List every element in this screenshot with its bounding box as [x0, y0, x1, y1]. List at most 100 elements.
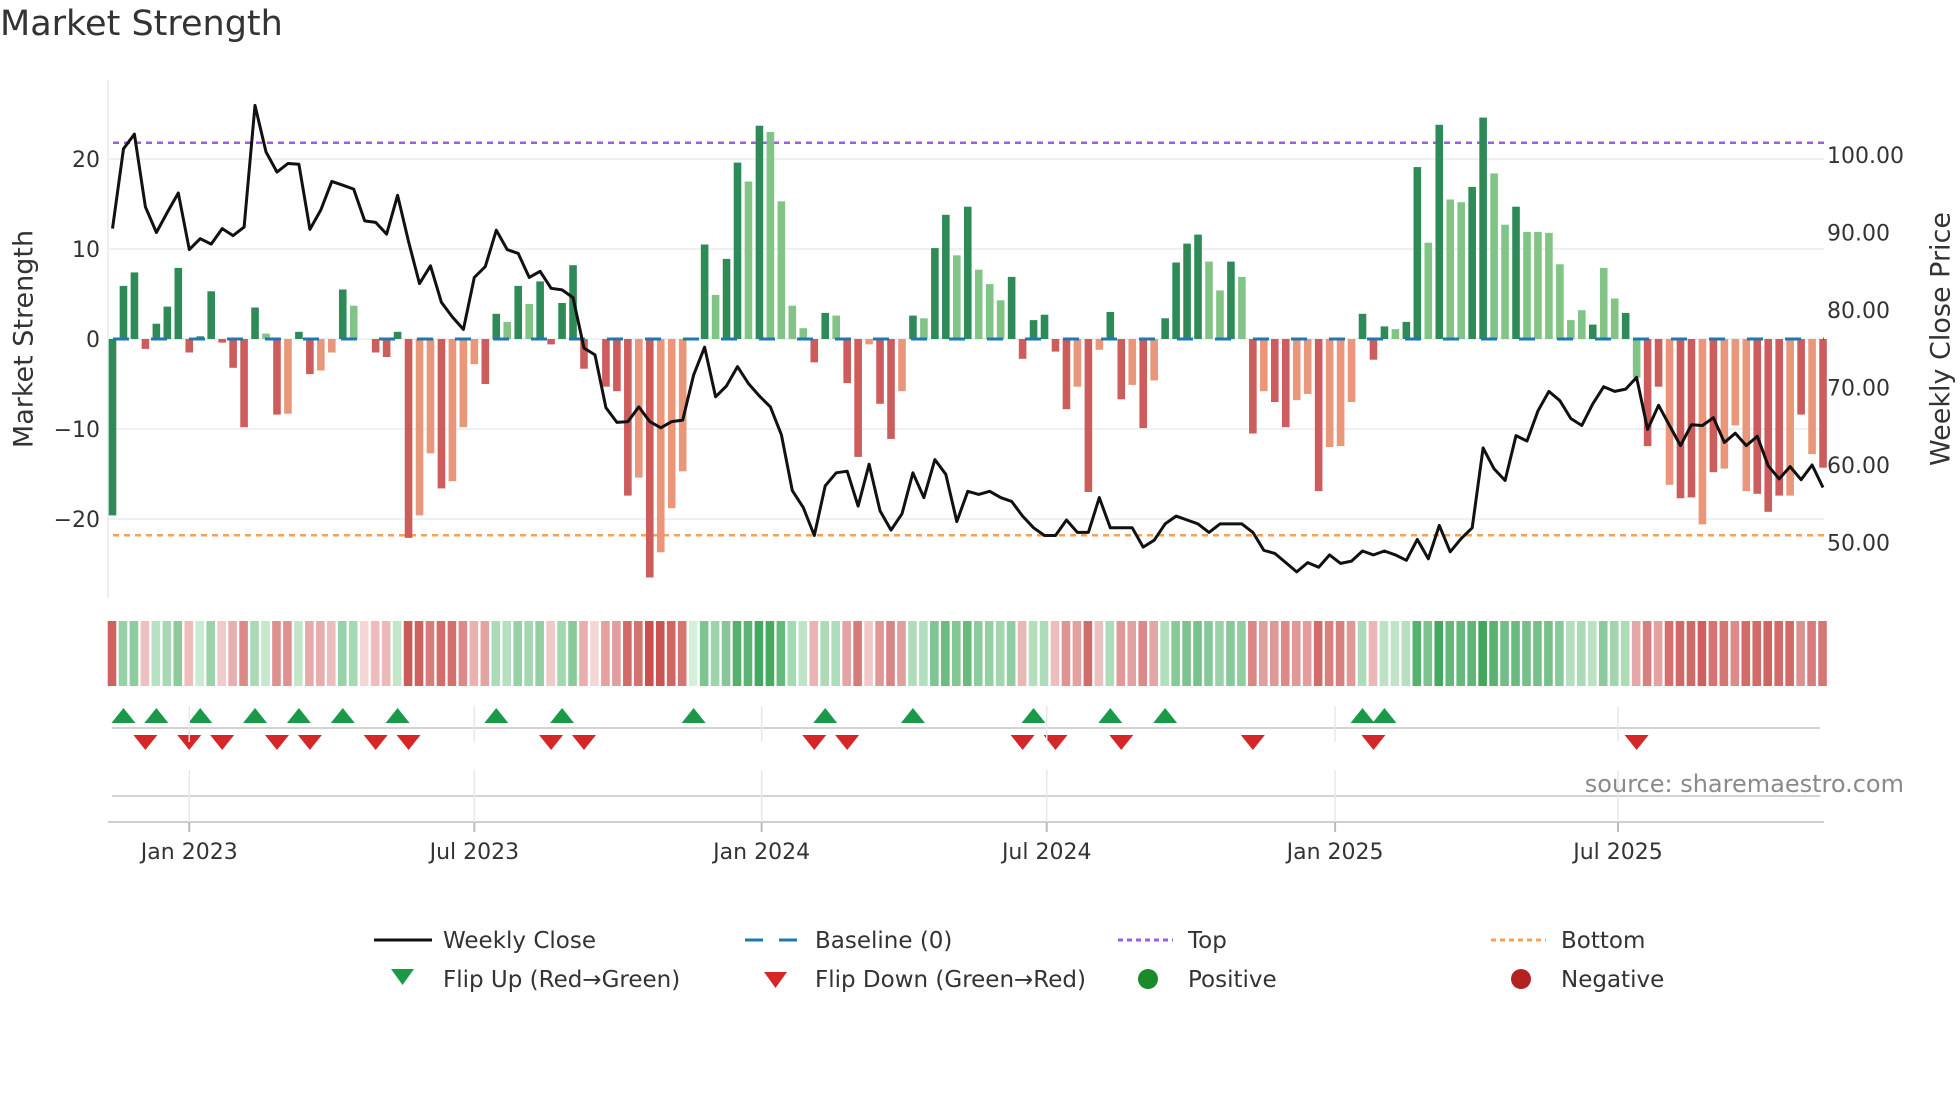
strength-bar — [1358, 313, 1367, 339]
strip-cell — [250, 621, 259, 686]
strip-cell — [1116, 621, 1126, 686]
strip-cell — [919, 621, 928, 686]
strip-cell — [1061, 621, 1071, 686]
flip-up-marker — [1372, 708, 1397, 723]
legend-bottom: Bottom — [1561, 928, 1645, 954]
strength-bar — [1172, 262, 1180, 339]
strength-bar — [295, 331, 303, 339]
strength-bar — [1369, 339, 1378, 360]
strength-bar — [1808, 339, 1816, 455]
strength-bar — [854, 339, 862, 457]
strip-cell — [1204, 621, 1213, 686]
strip-cell — [1544, 621, 1553, 686]
strength-bar — [1128, 339, 1137, 385]
strip-cell — [864, 621, 873, 686]
strength-bar — [1599, 267, 1608, 339]
flip-up-marker — [330, 708, 355, 723]
y2-tick-label: 100.00 — [1827, 144, 1904, 169]
strip-cell — [579, 621, 588, 686]
strip-cell — [1741, 621, 1751, 686]
strip-cell — [1675, 621, 1685, 686]
strength-bar — [437, 339, 446, 489]
x-tick-label: Jan 2025 — [1285, 840, 1384, 865]
strip-cell — [1785, 621, 1794, 686]
strip-cell — [677, 621, 687, 686]
flip-up-marker — [813, 708, 838, 723]
strip-cell — [1259, 621, 1268, 686]
strength-bar — [1336, 339, 1345, 447]
x-tick-label: Jan 2023 — [139, 840, 238, 865]
y-tick-label: 10 — [72, 238, 100, 263]
strip-cell — [1083, 621, 1093, 686]
strength-bar — [1380, 326, 1389, 339]
strength-bar — [1632, 339, 1641, 378]
strip-cell — [1401, 621, 1411, 686]
strength-bar — [492, 313, 501, 339]
strip-cell — [1719, 621, 1729, 686]
flip-down-marker — [264, 735, 289, 750]
strip-cell — [1653, 621, 1663, 686]
strip-cell — [414, 621, 424, 686]
strength-bar — [536, 281, 544, 339]
strength-bar — [810, 339, 819, 363]
strength-bar — [788, 305, 797, 339]
x-axis-ticks: Jan 2023 Jul 2023 Jan 2024 Jul 2024 Jan 2025… — [139, 706, 1663, 865]
strip-cell — [129, 621, 139, 686]
strength-bar — [218, 339, 226, 343]
flip-up-marker — [1153, 708, 1178, 723]
legend-positive-icon — [1138, 969, 1158, 989]
strip-cell — [184, 621, 194, 686]
legend-flip-down-icon — [764, 972, 787, 988]
strength-bar — [251, 307, 259, 339]
y-tick-label: 0 — [86, 328, 100, 353]
strength-bar — [1260, 339, 1268, 392]
strength-bar — [1325, 339, 1334, 447]
strength-bar — [1764, 339, 1773, 512]
strip-cell — [1280, 621, 1290, 686]
strength-bar — [613, 339, 621, 392]
strip-cell — [1598, 621, 1608, 686]
strip-cell — [305, 621, 314, 686]
strip-cell — [436, 621, 446, 686]
strength-bar — [1413, 167, 1422, 339]
strip-cell — [316, 621, 325, 686]
strength-bar — [240, 339, 248, 428]
strength-bar — [602, 339, 610, 387]
strength-bar — [1665, 339, 1674, 485]
strip-cell — [381, 621, 391, 686]
strip-cell — [1533, 621, 1542, 686]
strip-cell — [765, 621, 775, 686]
strength-bar — [1084, 339, 1093, 492]
strength-bar — [174, 267, 183, 339]
legend-negative-icon — [1511, 969, 1531, 989]
strength-bar — [1731, 339, 1740, 426]
strip-cell — [1686, 621, 1696, 686]
flip-down-marker — [1010, 735, 1035, 750]
strength-bar — [722, 258, 731, 339]
strength-bar — [985, 284, 994, 339]
strip-cell — [1357, 621, 1367, 686]
strength-bar — [963, 206, 972, 339]
strip-cell — [151, 621, 161, 686]
strip-cell — [820, 621, 830, 686]
strength-bar — [404, 339, 413, 538]
strip-cell — [1620, 621, 1630, 686]
flip-up-marker — [144, 708, 169, 723]
legend-top: Top — [1187, 928, 1227, 954]
strip-cell — [1522, 621, 1531, 686]
strip-cell — [162, 621, 172, 686]
strip-cell — [337, 621, 347, 686]
strength-bar — [1347, 339, 1356, 402]
flip-panel — [108, 727, 1824, 823]
strip-cell — [962, 621, 972, 686]
strength-bar — [1051, 339, 1060, 352]
strength-bar — [1435, 124, 1444, 339]
strip-cell — [1050, 621, 1060, 686]
strip-cell — [1379, 621, 1389, 686]
strength-bar — [1720, 339, 1729, 469]
flip-down-marker — [210, 735, 235, 750]
strength-bar — [1446, 199, 1455, 339]
strength-bar — [317, 339, 325, 371]
legend-flip-down: Flip Down (Green→Red) — [815, 967, 1086, 993]
legend-weekly-close: Weekly Close — [443, 928, 596, 954]
